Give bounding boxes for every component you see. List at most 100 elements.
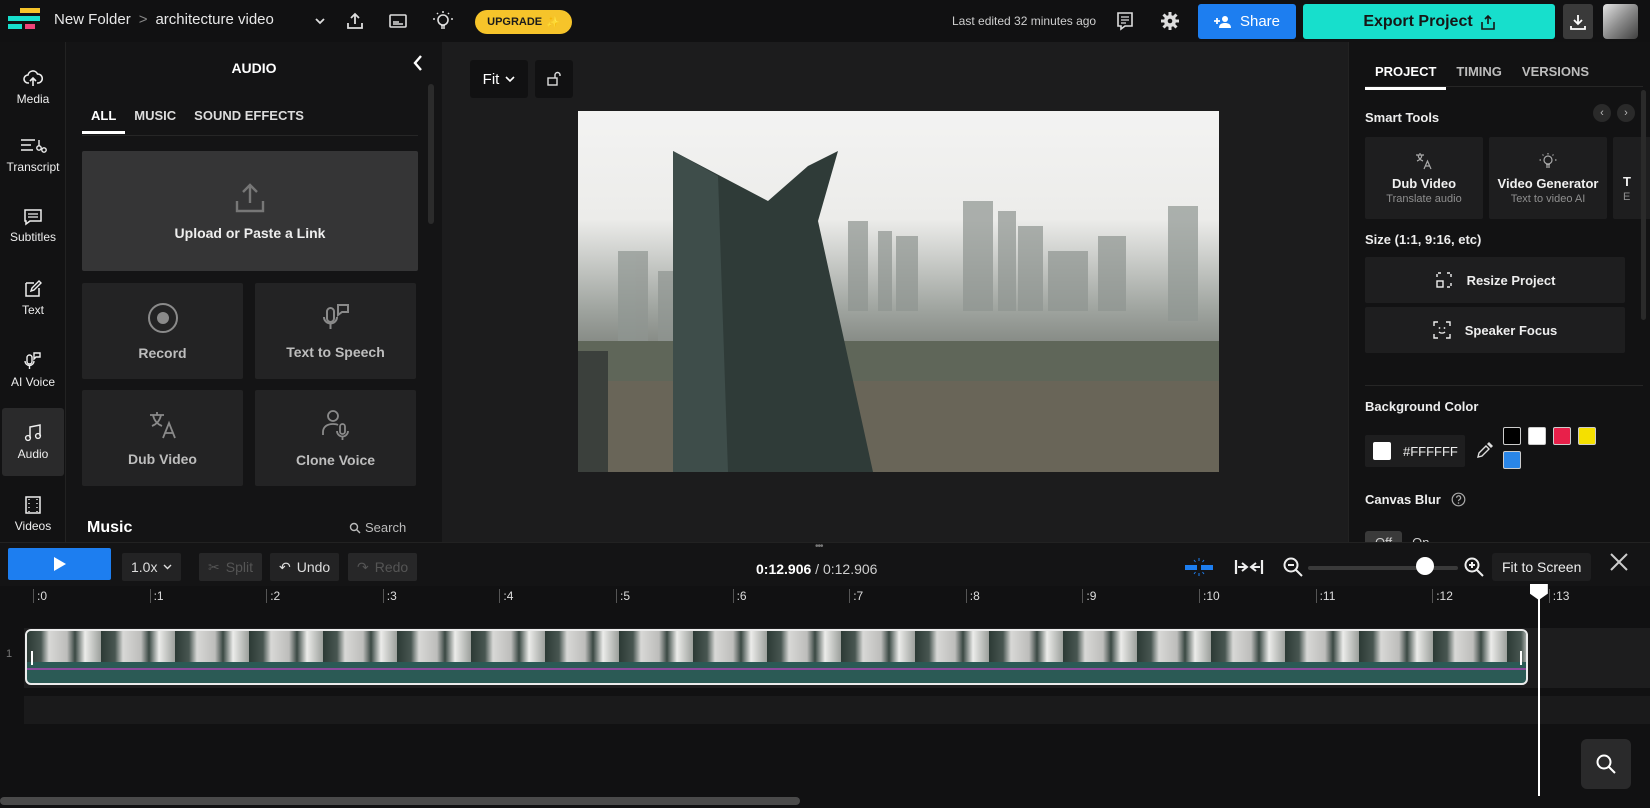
ruler-tick: :0 xyxy=(33,589,47,603)
comment-icon[interactable] xyxy=(1114,10,1136,32)
upload-icon[interactable] xyxy=(344,10,366,32)
redo-label: Redo xyxy=(374,559,409,575)
speed-dropdown[interactable]: 1.0x xyxy=(122,553,182,581)
upgrade-button[interactable]: UPGRADE ✨ xyxy=(475,10,572,34)
rail-label: Audio xyxy=(17,447,49,461)
zoom-in-icon[interactable] xyxy=(1463,556,1485,578)
clone-voice-tile[interactable]: Clone Voice xyxy=(255,390,416,486)
redo-button[interactable]: ↷ Redo xyxy=(348,553,418,581)
chevron-down-icon[interactable] xyxy=(309,10,331,32)
current-color-swatch[interactable] xyxy=(1373,442,1391,460)
ruler-tick: :1 xyxy=(149,589,164,603)
rail-item-text[interactable]: Text xyxy=(2,264,64,332)
close-timeline-icon[interactable] xyxy=(1608,551,1630,573)
panel-resize-handle[interactable]: ••• xyxy=(815,541,823,552)
rail-label: Media xyxy=(16,92,50,106)
ruler-tick: :5 xyxy=(616,589,630,603)
unlock-icon xyxy=(546,71,562,87)
download-button[interactable] xyxy=(1563,4,1593,39)
properties-scrollbar[interactable] xyxy=(1641,90,1646,320)
canvas-blur-row: Canvas Blur xyxy=(1365,492,1466,507)
rail-item-audio[interactable]: Audio xyxy=(2,408,64,476)
clip-trim-handle-right[interactable] xyxy=(1520,651,1522,665)
play-button[interactable] xyxy=(8,548,111,580)
swatch-red[interactable] xyxy=(1553,427,1571,445)
smart-tool-dub-video[interactable]: Dub Video Translate audio xyxy=(1365,137,1483,219)
zoom-out-icon[interactable] xyxy=(1282,556,1304,578)
canvas-blur-heading: Canvas Blur xyxy=(1365,492,1441,507)
app-logo[interactable] xyxy=(8,8,42,34)
fit-to-screen-button[interactable]: Fit to Screen xyxy=(1492,553,1592,581)
search-label: Search xyxy=(365,520,407,535)
fit-dropdown[interactable]: Fit xyxy=(470,60,528,98)
panel-title: AUDIO xyxy=(231,60,277,76)
resize-project-button[interactable]: Resize Project xyxy=(1365,257,1625,303)
record-icon xyxy=(146,301,180,335)
eyedropper-icon[interactable] xyxy=(1476,441,1494,459)
tab-music[interactable]: MUSIC xyxy=(125,104,185,134)
split-button[interactable]: ✂ Split xyxy=(199,553,262,581)
subtitles-icon[interactable] xyxy=(387,10,409,32)
speaker-focus-button[interactable]: Speaker Focus xyxy=(1365,307,1625,353)
playback-controls: ••• 1.0x ✂ Split ↶ Undo ↷ Redo 0:12.906 … xyxy=(0,541,1650,586)
aspect-lock-button[interactable] xyxy=(535,60,573,98)
timeline-search-button[interactable] xyxy=(1581,739,1631,789)
record-tile[interactable]: Record xyxy=(82,283,243,379)
zoom-slider-handle[interactable] xyxy=(1416,557,1434,575)
swatch-black[interactable] xyxy=(1503,427,1521,445)
video-clip[interactable] xyxy=(25,629,1528,685)
chevron-right-icon[interactable]: › xyxy=(1617,104,1635,122)
help-icon[interactable] xyxy=(1451,492,1466,507)
undo-button[interactable]: ↶ Undo xyxy=(270,553,340,581)
rail-item-transcript[interactable]: Transcript xyxy=(2,122,64,190)
swatch-yellow[interactable] xyxy=(1578,427,1596,445)
search-icon xyxy=(1595,753,1617,775)
music-search-button[interactable]: Search xyxy=(349,520,406,535)
upload-label: Upload or Paste a Link xyxy=(174,225,326,241)
export-project-button[interactable]: Export Project xyxy=(1303,4,1555,39)
chevron-left-icon[interactable]: ‹ xyxy=(1593,104,1611,122)
rail-item-videos[interactable]: Videos xyxy=(2,480,64,548)
gear-icon[interactable] xyxy=(1159,10,1181,32)
project-name[interactable]: architecture video xyxy=(155,11,273,28)
music-heading: Music xyxy=(87,519,133,536)
resize-icon xyxy=(1435,271,1453,289)
breadcrumb-folder[interactable]: New Folder xyxy=(54,11,131,28)
playhead[interactable] xyxy=(1537,586,1540,796)
smart-tool-title: Dub Video xyxy=(1391,175,1457,191)
user-avatar[interactable] xyxy=(1603,4,1638,39)
top-bar: New Folder > architecture video UPGRADE ✨… xyxy=(0,0,1650,42)
share-button[interactable]: Share xyxy=(1198,4,1296,39)
audio-panel-scrollbar[interactable] xyxy=(428,84,434,224)
tab-all[interactable]: ALL xyxy=(82,104,126,134)
audio-waveform-line xyxy=(27,668,1526,670)
rail-item-subtitles[interactable]: Subtitles xyxy=(2,192,64,260)
ruler-tick: :12 xyxy=(1432,589,1453,603)
rail-item-ai-voice[interactable]: AI Voice xyxy=(2,336,64,404)
smart-tool-subtitle: Text to video AI xyxy=(1510,192,1586,205)
dub-video-tile[interactable]: Dub Video xyxy=(82,390,243,486)
face-focus-icon xyxy=(1433,321,1451,339)
rail-label: Subtitles xyxy=(9,230,57,244)
undo-label: Undo xyxy=(296,559,331,575)
rail-label: Transcript xyxy=(6,160,60,174)
swatch-blue[interactable] xyxy=(1503,451,1521,469)
snap-magnet-icon[interactable] xyxy=(1184,557,1214,577)
rail-item-media[interactable]: Media xyxy=(2,54,64,122)
split-label: Split xyxy=(225,559,253,575)
fit-clips-icon[interactable] xyxy=(1234,557,1264,577)
background-color-input[interactable]: #FFFFFF xyxy=(1365,435,1465,467)
swatch-white[interactable] xyxy=(1528,427,1546,445)
text-to-speech-tile[interactable]: Text to Speech xyxy=(255,283,416,379)
timeline-horizontal-scrollbar[interactable] xyxy=(0,797,800,805)
clip-trim-handle-left[interactable] xyxy=(31,651,33,665)
video-preview[interactable] xyxy=(578,111,1219,472)
collapse-panel-icon[interactable] xyxy=(412,54,424,72)
timeline-zoom-slider[interactable] xyxy=(1308,566,1458,570)
tab-sound-effects[interactable]: SOUND EFFECTS xyxy=(185,104,313,134)
time-ruler[interactable]: :0:1:2:3:4:5:6:7:8:9:10:11:12:13 xyxy=(0,586,1650,608)
upload-or-paste-link-button[interactable]: Upload or Paste a Link xyxy=(82,151,418,271)
smart-tool-video-generator[interactable]: Video Generator Text to video AI xyxy=(1489,137,1607,219)
lightbulb-icon[interactable] xyxy=(432,10,454,32)
chevron-down-icon xyxy=(163,564,172,570)
